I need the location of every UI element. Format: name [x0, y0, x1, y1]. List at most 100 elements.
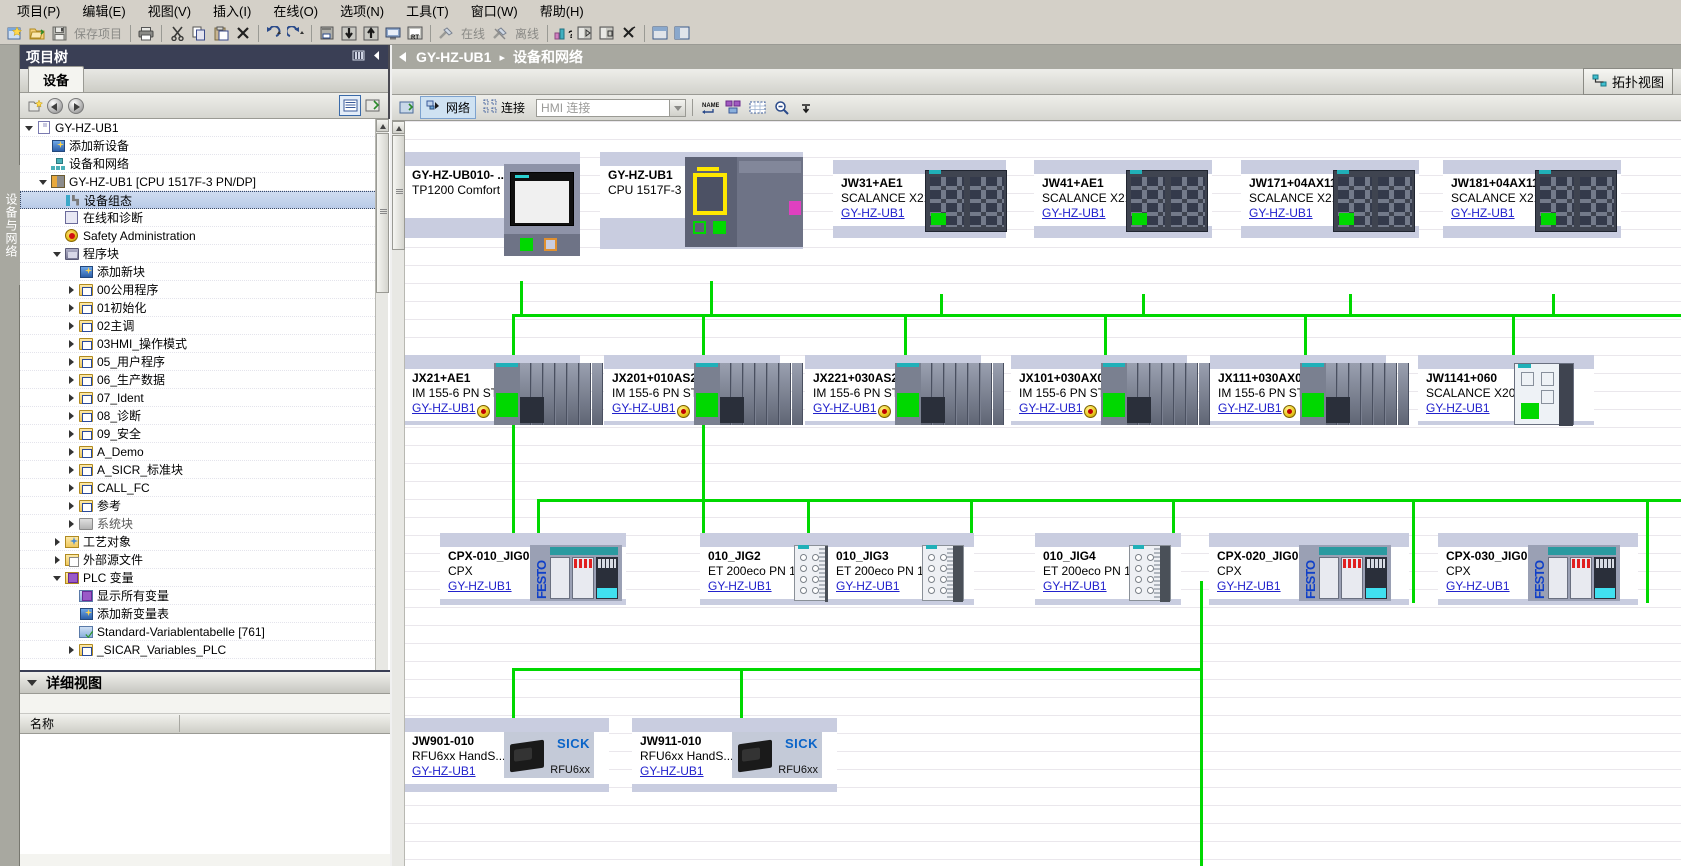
collapse-arrow-icon[interactable]	[66, 302, 78, 314]
drop-cpx020[interactable]	[1412, 499, 1415, 603]
tree-item-27[interactable]: 添加新变量表	[20, 605, 377, 623]
new-folder-icon[interactable]	[26, 96, 46, 115]
open-project-icon[interactable]	[27, 24, 47, 43]
vertical-tab-devices-networks[interactable]: 设备与网络	[0, 165, 20, 285]
rename-label-icon[interactable]: NAME	[700, 98, 720, 117]
bus-segment-3[interactable]	[512, 668, 1202, 671]
device-plc-link[interactable]: GY-HZ-UB1	[708, 579, 806, 594]
device-box-cpx010[interactable]: CPX-010_JIG01 CPX GY-HZ-UB1 FESTO	[440, 533, 626, 605]
collapse-arrow-icon[interactable]	[52, 536, 64, 548]
device-box-cpx030[interactable]: CPX-030_JIG01 CPX GY-HZ-UB1 FESTO	[1438, 533, 1638, 605]
tree-item-24[interactable]: 外部源文件	[20, 551, 377, 569]
tree-item-17[interactable]: 09_安全	[20, 425, 377, 443]
delete-icon[interactable]	[233, 24, 253, 43]
device-box-jx101[interactable]: JX101+030AX01 IM 155-6 PN ST GY-HZ-UB1	[1011, 355, 1210, 425]
device-plc-link[interactable]: GY-HZ-UB1	[1446, 579, 1534, 594]
tree-back-button[interactable]	[47, 97, 63, 114]
menu-insert[interactable]: 插入(I)	[202, 0, 262, 23]
collapse-arrow-icon[interactable]	[66, 428, 78, 440]
collapse-arrow-icon[interactable]	[66, 356, 78, 368]
compile-icon[interactable]	[317, 24, 337, 43]
tree-item-7[interactable]: 程序块	[20, 245, 377, 263]
collapse-arrow-icon[interactable]	[66, 500, 78, 512]
connection-mode-button[interactable]: 连接	[478, 97, 530, 118]
chevron-down-icon[interactable]	[669, 99, 686, 116]
tree-item-6[interactable]: Safety Administration	[20, 227, 377, 245]
device-box-jx221[interactable]: JX221+030AS2 IM 155-6 PN ST GY-HZ-UB1	[805, 355, 1004, 425]
device-plc-link[interactable]: GY-HZ-UB1	[1249, 206, 1345, 221]
device-plc-link[interactable]: GY-HZ-UB1	[841, 206, 937, 221]
undo-icon[interactable]	[264, 24, 284, 43]
detail-column-name[interactable]: 名称	[20, 715, 180, 732]
menu-project[interactable]: 项目(P)	[6, 0, 71, 23]
device-box-jw911[interactable]: JW911-010 RFU6xx HandS... GY-HZ-UB1 SICK RFU…	[632, 718, 837, 792]
tree-item-15[interactable]: 07_Ident	[20, 389, 377, 407]
tree-item-4[interactable]: 设备组态	[20, 191, 377, 209]
print-icon[interactable]	[136, 24, 156, 43]
chevron-down-icon[interactable]	[26, 677, 38, 689]
pin-columns-icon[interactable]	[352, 49, 365, 65]
show-next-icon[interactable]	[575, 24, 595, 43]
device-plc-link[interactable]: GY-HZ-UB1	[1217, 579, 1305, 594]
network-overview-icon[interactable]	[397, 98, 417, 117]
paste-icon[interactable]	[211, 24, 231, 43]
device-box-jx21[interactable]: JX21+AE1 IM 155-6 PN ST GY-HZ-UB1	[404, 355, 603, 425]
menu-tools[interactable]: 工具(T)	[395, 0, 460, 23]
tree-item-18[interactable]: A_Demo	[20, 443, 377, 461]
expand-arrow-icon[interactable]	[38, 176, 50, 188]
drop-cpx030[interactable]	[1646, 499, 1649, 603]
tree-item-9[interactable]: 00公用程序	[20, 281, 377, 299]
tree-item-21[interactable]: 参考	[20, 497, 377, 515]
device-box-cpu[interactable]: GY-HZ-UB1 CPU 1517F-3 PN...	[600, 152, 803, 249]
tree-item-28[interactable]: Standard-Variablentabelle [761]	[20, 623, 377, 641]
bus-segment-1[interactable]	[512, 314, 1681, 317]
device-box-jw901[interactable]: JW901-010 RFU6xx HandS... GY-HZ-UB1 SICK RFU…	[404, 718, 609, 792]
tree-forward-button[interactable]	[68, 97, 84, 114]
device-box-jw31[interactable]: JW31+AE1 SCALANCE X216 GY-HZ-UB1	[833, 160, 1007, 238]
tree-item-11[interactable]: 02主调	[20, 317, 377, 335]
diagnostics-query-icon[interactable]: ?	[553, 24, 573, 43]
bus-segment-2[interactable]	[537, 499, 1681, 502]
device-box-jx201[interactable]: JX201+010AS2 IM 155-6 PN ST GY-HZ-UB1	[604, 355, 803, 425]
tree-item-23[interactable]: 工艺对象	[20, 533, 377, 551]
upload-from-device-icon[interactable]	[361, 24, 381, 43]
redo-icon[interactable]	[286, 24, 306, 43]
tree-pin-icon[interactable]	[362, 96, 382, 115]
device-plc-link[interactable]: GY-HZ-UB1	[836, 579, 934, 594]
cut-icon[interactable]	[167, 24, 187, 43]
menu-edit[interactable]: 编辑(E)	[71, 0, 136, 23]
detail-view-header[interactable]: 详细视图	[20, 672, 390, 694]
collapse-arrow-icon[interactable]	[52, 554, 64, 566]
tree-item-20[interactable]: CALL_FC	[20, 479, 377, 497]
hmi-uplink[interactable]	[520, 281, 523, 317]
tree-item-13[interactable]: 05_用户程序	[20, 353, 377, 371]
device-plc-link[interactable]: GY-HZ-UB1	[1042, 206, 1138, 221]
collapse-arrow-icon[interactable]	[66, 644, 78, 656]
device-box-jw181[interactable]: JW181+04AX11 SCALANCE X216 GY-HZ-UB1	[1443, 160, 1621, 238]
breadcrumb-root[interactable]: GY-HZ-UB1	[416, 49, 491, 65]
assign-device-icon[interactable]	[724, 98, 744, 117]
close-view-icon[interactable]	[619, 24, 639, 43]
scroll-up-arrow-icon[interactable]	[376, 119, 389, 132]
tab-devices[interactable]: 设备	[28, 66, 85, 92]
device-box-cpx020[interactable]: CPX-020_JIG01 CPX GY-HZ-UB1 FESTO	[1209, 533, 1409, 605]
device-plc-link[interactable]: GY-HZ-UB1	[1451, 206, 1547, 221]
device-box-jig3[interactable]: 010_JIG3 ET 200eco PN 1... GY-HZ-UB1	[828, 533, 974, 605]
save-project-icon[interactable]	[49, 24, 69, 43]
device-box-jw41[interactable]: JW41+AE1 SCALANCE X216 GY-HZ-UB1	[1034, 160, 1212, 238]
tree-item-29[interactable]: _SICAR_Variables_PLC	[20, 641, 377, 659]
device-plc-link[interactable]: GY-HZ-UB1	[448, 579, 536, 594]
expand-arrow-icon[interactable]	[24, 122, 36, 134]
collapse-arrow-icon[interactable]	[66, 446, 78, 458]
scroll-up-arrow-icon[interactable]	[392, 121, 405, 134]
menu-online[interactable]: 在线(O)	[262, 0, 329, 23]
bus-drop-5[interactable]	[1349, 294, 1352, 316]
collapse-panel-icon[interactable]	[371, 49, 382, 65]
device-box-jw1141[interactable]: JW1141+060 SCALANCE X20... GY-HZ-UB1	[1418, 355, 1594, 426]
collapse-arrow-icon[interactable]	[66, 482, 78, 494]
tree-item-19[interactable]: A_SICR_标准块	[20, 461, 377, 479]
scrollbar-thumb[interactable]	[392, 135, 405, 250]
canvas-vertical-scrollbar[interactable]	[392, 121, 405, 866]
device-box-jx111[interactable]: JX111+030AX02 IM 155-6 PN ST GY-HZ-UB1	[1210, 355, 1409, 425]
menu-window[interactable]: 窗口(W)	[460, 0, 529, 23]
